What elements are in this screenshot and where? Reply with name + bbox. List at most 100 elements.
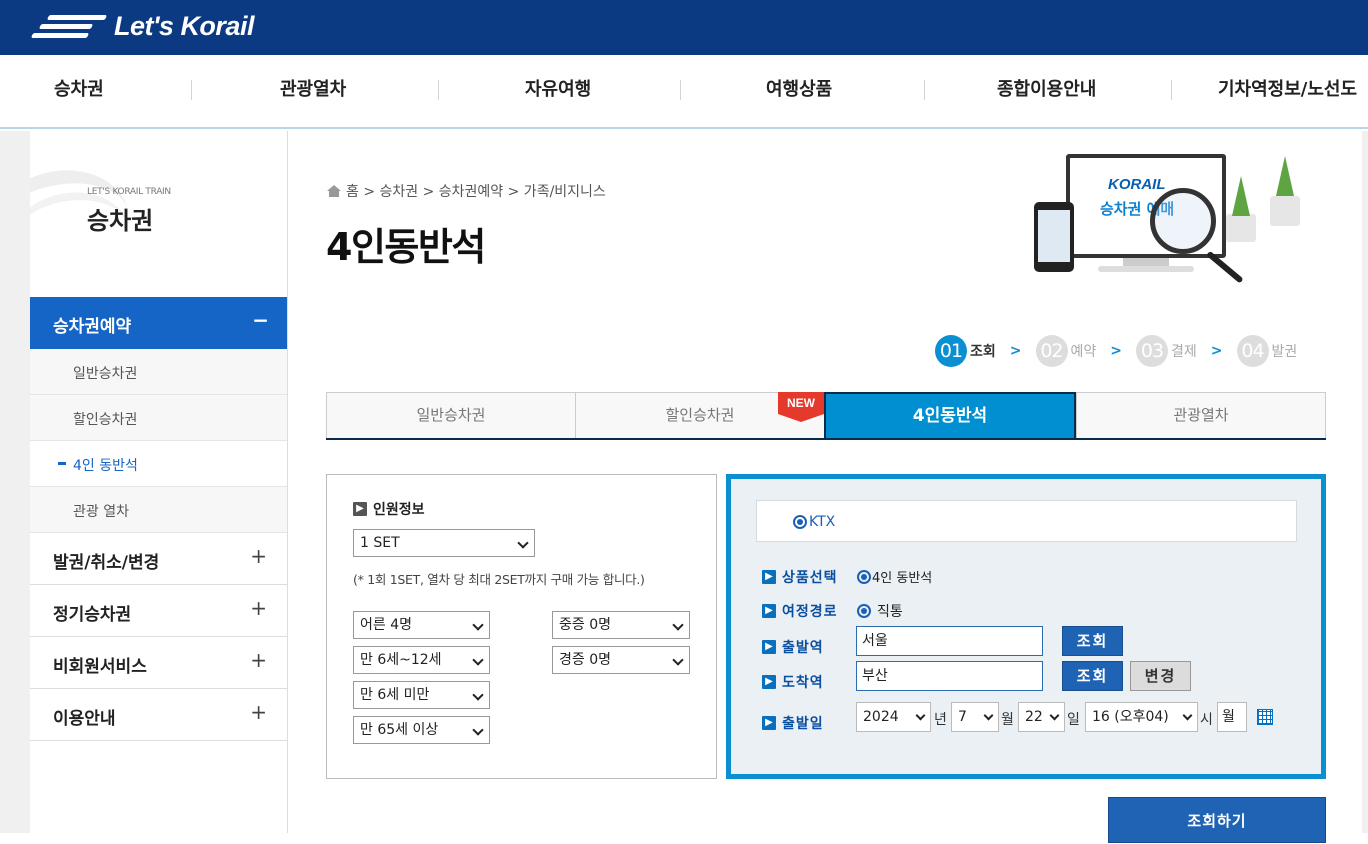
logo-text: Let's Korail [114, 10, 254, 41]
swap-stations-button[interactable]: 변경 [1130, 661, 1191, 691]
step-payment: 03 결제 [1136, 335, 1197, 367]
adult-select[interactable]: 어른 4명 [353, 611, 490, 639]
plant-leaf-icon [1276, 156, 1294, 196]
sidebar-subitem-label: 할인승차권 [73, 412, 138, 428]
tab-general[interactable]: 일반승차권 [326, 392, 576, 438]
product-radio-option[interactable]: 4인 동반석 [857, 567, 932, 586]
set-select[interactable]: 1 SET [353, 529, 535, 557]
page-margin [1362, 131, 1368, 833]
severe-disabled-select[interactable]: 중증 0명 [552, 611, 690, 639]
gnb-tour-train[interactable]: 관광열차 [280, 55, 346, 127]
gnb-free-travel[interactable]: 자유여행 [525, 55, 591, 127]
sidebar-subtitle: LET'S KORAIL TRAIN [87, 187, 171, 197]
gnb-station-info[interactable]: 기차역정보/노선도 [1218, 55, 1357, 127]
tab-4seat[interactable]: 4인동반석 [824, 392, 1076, 440]
train-type-box: KTX [756, 500, 1297, 542]
phone-icon [1034, 202, 1074, 272]
new-badge-label: NEW [778, 392, 824, 414]
step-reserve: 02 예약 [1035, 335, 1096, 367]
passenger-title-text: 인원정보 [373, 502, 425, 518]
chevron-down-icon [472, 619, 484, 631]
gnb-divider [438, 80, 439, 100]
sidebar-subitem-tour[interactable]: 관광 열차 [30, 487, 287, 533]
sidebar-item-reservation[interactable]: 승차권예약 − [30, 297, 287, 349]
infant-select[interactable]: 만 6세 미만 [353, 681, 490, 709]
child-select[interactable]: 만 6세~12세 [353, 646, 490, 674]
radio-selected-icon [857, 604, 871, 618]
year-unit: 년 [934, 712, 947, 728]
day-select[interactable]: 22 [1018, 702, 1065, 732]
gnb-ticket[interactable]: 승차권 [54, 55, 104, 127]
calendar-icon[interactable] [1257, 709, 1273, 725]
arrow-right-icon: ▶ [762, 675, 776, 689]
route-value: 직통 [877, 604, 903, 620]
illustration-brand: KORAIL [1108, 176, 1166, 193]
chevron-down-icon [472, 689, 484, 701]
gnb-travel-products[interactable]: 여행상품 [766, 55, 832, 127]
radio-selected-icon [793, 515, 807, 529]
monitor-base [1098, 266, 1194, 272]
senior-select[interactable]: 만 65세 이상 [353, 716, 490, 744]
gnb-guide[interactable]: 종합이용안내 [997, 55, 1096, 127]
year-select[interactable]: 2024 [856, 702, 931, 732]
search-submit-button[interactable]: 조회하기 [1108, 797, 1326, 843]
mild-disabled-select[interactable]: 경증 0명 [552, 646, 690, 674]
step-number: 03 [1136, 335, 1168, 367]
sidebar-item-nonmember[interactable]: 비회원서비스 + [30, 637, 287, 689]
sidebar-title: 승차권 [87, 207, 154, 235]
progress-steps: 01 조회 > 02 예약 > 03 결제 > 04 발권 [935, 335, 1307, 367]
gnb-divider [191, 80, 192, 100]
sidebar-item-issue[interactable]: 발권/취소/변경 + [30, 533, 287, 585]
gnb-divider [924, 80, 925, 100]
gnb-divider [680, 80, 681, 100]
hour-value: 16 (오후04) [1092, 709, 1169, 725]
sidebar-item-season[interactable]: 정기승차권 + [30, 585, 287, 637]
arrow-right-icon: ▶ [353, 502, 367, 516]
sidebar-item-label: 비회원서비스 [53, 657, 147, 677]
arrival-lookup-button[interactable]: 조회 [1062, 661, 1123, 691]
global-nav: 승차권 관광열차 자유여행 여행상품 종합이용안내 기차역정보/노선도 [0, 55, 1368, 129]
sidebar-item-label: 승차권예약 [53, 317, 132, 337]
sidebar-subitem-4seat[interactable]: 4인 동반석 [30, 441, 287, 487]
departure-lookup-button[interactable]: 조회 [1062, 626, 1123, 656]
month-select[interactable]: 7 [951, 702, 999, 732]
sidebar-subitem-label: 관광 열차 [73, 504, 129, 520]
set-select-value: 1 SET [360, 535, 400, 551]
arrow-right-icon: ▶ [762, 716, 776, 730]
step-issue: 04 발권 [1236, 335, 1298, 367]
sidebar-item-guide[interactable]: 이용안내 + [30, 689, 287, 741]
home-icon[interactable] [327, 184, 341, 198]
product-row-label: ▶ 상품선택 [762, 567, 838, 587]
set-note: (* 1회 1SET, 열차 당 최대 2SET까지 구매 가능 합니다.) [353, 572, 645, 587]
route-radio-option[interactable]: 직통 [857, 601, 903, 621]
chevron-down-icon [672, 619, 684, 631]
weekday-display: 월 [1217, 702, 1247, 732]
step-label: 발권 [1271, 344, 1298, 360]
sidebar-item-label: 발권/취소/변경 [53, 553, 160, 573]
ktx-radio-option[interactable]: KTX [793, 514, 835, 530]
arrow-right-icon: ▶ [762, 640, 776, 654]
step-arrow-icon: > [1210, 343, 1223, 359]
departure-row-label: ▶ 출발역 [762, 637, 824, 657]
top-header: Let's Korail [0, 0, 1368, 55]
month-unit: 월 [1001, 712, 1014, 728]
tab-tour[interactable]: 관광열차 [1076, 392, 1326, 438]
infant-select-value: 만 6세 미만 [360, 687, 430, 703]
sidebar-subitem-label: 4인 동반석 [73, 458, 138, 474]
chevron-down-icon [472, 724, 484, 736]
collapse-icon: − [252, 308, 269, 332]
radio-selected-icon [857, 569, 871, 584]
step-label: 결제 [1171, 344, 1197, 360]
route-label-text: 여정경로 [782, 604, 838, 620]
ticket-booking-illustration: KORAIL 승차권 예매 [1028, 140, 1318, 290]
korail-logo[interactable]: Let's Korail [30, 8, 254, 44]
departure-station-input[interactable]: 서울 [856, 626, 1043, 656]
hour-select[interactable]: 16 (오후04) [1085, 702, 1198, 732]
arrival-station-input[interactable]: 부산 [856, 661, 1043, 691]
sidebar-subitem-general[interactable]: 일반승차권 [30, 349, 287, 395]
date-row-label: ▶ 출발일 [762, 713, 824, 733]
severe-select-value: 중증 0명 [559, 617, 611, 633]
sidebar-item-label: 이용안내 [53, 709, 116, 729]
sidebar-subitem-discount[interactable]: 할인승차권 [30, 395, 287, 441]
step-number: 04 [1236, 335, 1269, 367]
